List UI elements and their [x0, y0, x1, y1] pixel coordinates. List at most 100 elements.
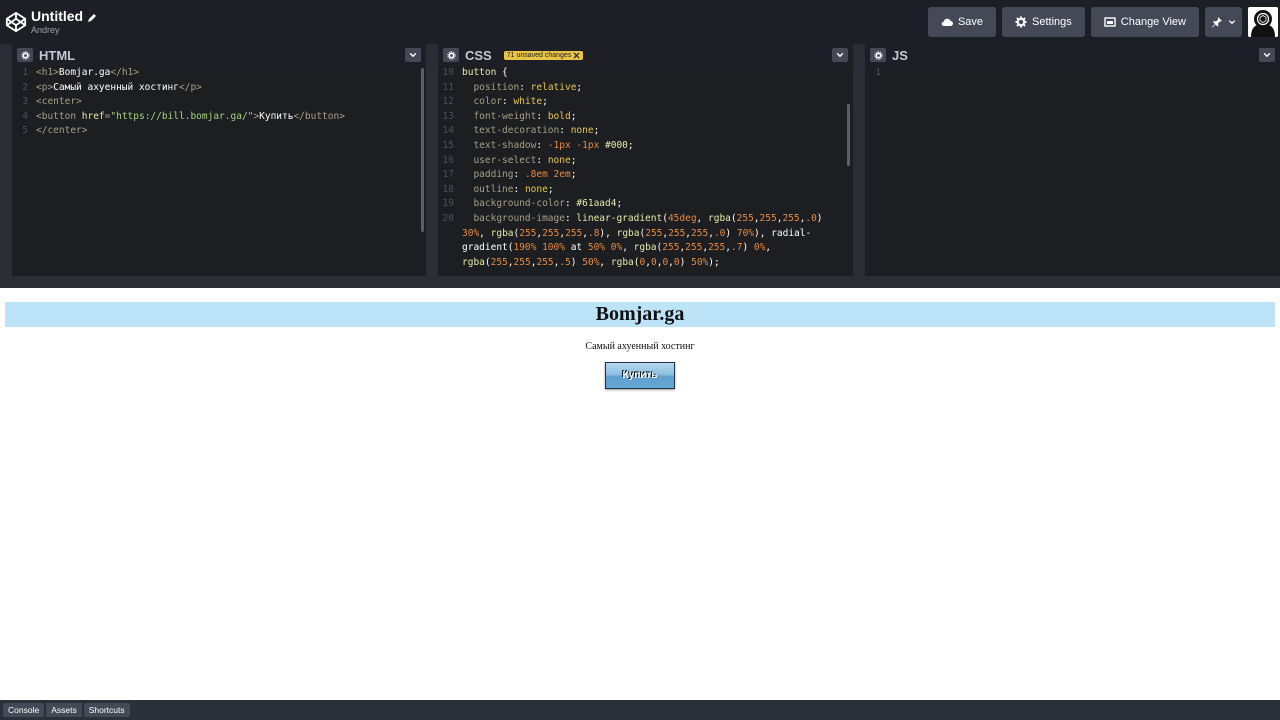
css-code-editor[interactable]: 10 button {11 position: relative; 12 color…: [438, 66, 853, 276]
code-line[interactable]: 4 <button href="https://bill.bomjar.ga/">…: [12, 110, 426, 125]
code-token: 255: [736, 212, 754, 224]
code-token: 255: [565, 227, 583, 239]
code-line[interactable]: 2 <p>Самый ахуенный хостинг</p>: [12, 81, 426, 96]
code-token: :: [536, 154, 548, 166]
preview-paragraph: Самый ахуенный хостинг: [585, 341, 695, 352]
code-token: ;: [570, 169, 577, 181]
code-token: 70%: [736, 227, 755, 239]
html-code-editor[interactable]: 1 <h1>Bomjar.ga</h1> 2 <p>Самый ахуенный хо…: [12, 66, 426, 276]
close-icon[interactable]: [573, 51, 580, 59]
pane-resize-handle[interactable]: [426, 44, 438, 276]
code-token: Самый ахуенный хостинг: [53, 81, 180, 93]
code-token: 255: [513, 256, 531, 268]
avatar[interactable]: [1248, 7, 1278, 37]
code-token: :: [564, 198, 577, 210]
settings-button[interactable]: Settings: [1002, 7, 1085, 37]
code-line[interactable]: 13 font-weight: bold;: [438, 110, 853, 125]
editor-resize-bar[interactable]: [0, 276, 1280, 288]
code-token: none: [547, 154, 571, 166]
code-text: <button href="https://bill.bomjar.ga/">К…: [36, 110, 345, 125]
html-pane: HTML 1 <h1>Bomjar.ga</h1> 2 <p>Самый ахуенн…: [12, 44, 426, 276]
line-number: 15: [442, 139, 454, 151]
code-line[interactable]: 14 text-decoration: none;: [438, 124, 853, 139]
code-line[interactable]: 19 background-color: #61aad4;: [438, 197, 853, 212]
code-token: text-decoration: [462, 125, 560, 137]
unsaved-changes-badge[interactable]: 71 unsaved changes: [503, 50, 584, 60]
author-name[interactable]: Andrey: [31, 26, 97, 35]
code-token: ;: [570, 154, 577, 166]
code-line[interactable]: 5 </center>: [12, 124, 426, 139]
line-number: 14: [442, 125, 454, 137]
window-icon: [1104, 17, 1116, 27]
codepen-logo-icon[interactable]: [5, 11, 27, 33]
code-line[interactable]: 20 background-image: linear-gradient(45d…: [438, 212, 853, 227]
code-line[interactable]: gradient(190% 100% at 50% 0%, rgba(255,2…: [438, 241, 853, 256]
save-button[interactable]: Save: [927, 7, 997, 37]
code-token: 50% 0%: [587, 242, 623, 254]
save-label: Save: [957, 16, 984, 28]
line-number: 18: [442, 183, 454, 195]
code-line[interactable]: 10 button {: [438, 66, 853, 81]
code-token: rgba: [490, 227, 514, 239]
code-token: .8: [587, 227, 600, 239]
assets-button[interactable]: Assets: [46, 703, 82, 717]
shortcuts-button[interactable]: Shortcuts: [83, 703, 130, 717]
chevron-down-icon: [1228, 20, 1236, 25]
html-scrollbar[interactable]: [421, 68, 424, 232]
code-token: -1px -1px: [547, 139, 606, 151]
line-number: 12: [442, 96, 454, 108]
code-token: at: [564, 242, 588, 254]
buy-button[interactable]: Купить: [605, 362, 675, 389]
change-view-button[interactable]: Change View: [1090, 7, 1199, 37]
pane-resize-handle[interactable]: [853, 44, 865, 276]
code-token: :: [513, 183, 525, 195]
code-token: </h1>: [110, 67, 139, 78]
code-token: bold: [547, 110, 571, 122]
css-settings-gear-icon[interactable]: [443, 48, 459, 62]
code-line[interactable]: 30%, rgba(255,255,255,.8), rgba(255,255,…: [438, 227, 853, 242]
css-collapse-chevron-icon[interactable]: [832, 48, 848, 62]
js-settings-gear-icon[interactable]: [870, 48, 886, 62]
code-line[interactable]: 16 user-select: none;: [438, 154, 853, 169]
line-number: [438, 241, 462, 256]
code-token: ): [570, 256, 583, 268]
code-text: button {: [462, 66, 508, 81]
code-text: gradient(190% 100% at 50% 0%, rgba(255,2…: [462, 241, 771, 256]
console-button[interactable]: Console: [3, 703, 45, 717]
css-scrollbar[interactable]: [847, 104, 850, 166]
code-line[interactable]: rgba(255,255,255,.5) 50%, rgba(0,0,0,0) …: [438, 256, 853, 271]
code-text: padding: .8em 2em;: [462, 168, 576, 183]
code-token: </button>: [293, 110, 345, 122]
code-line[interactable]: 1 <h1>Bomjar.ga</h1>: [12, 66, 426, 81]
pen-title[interactable]: Untitled: [31, 9, 83, 23]
code-line[interactable]: 1: [865, 66, 1280, 81]
pin-icon: [1212, 17, 1222, 28]
code-text: 30%, rgba(255,255,255,.8), rgba(255,255,…: [462, 227, 811, 242]
code-token: ;: [593, 125, 600, 137]
code-line[interactable]: 18 outline: none;: [438, 183, 853, 198]
html-settings-gear-icon[interactable]: [17, 48, 33, 62]
code-text: position: relative;: [462, 81, 582, 96]
code-line[interactable]: 12 color: white;: [438, 95, 853, 110]
html-collapse-chevron-icon[interactable]: [405, 48, 421, 62]
code-token: ;: [570, 110, 577, 122]
code-token: font-weight: [462, 110, 537, 122]
line-number: [438, 227, 462, 242]
code-line[interactable]: 17 padding: .8em 2em;: [438, 168, 853, 183]
code-token: 255: [782, 212, 800, 224]
code-line[interactable]: 3 <center>: [12, 95, 426, 110]
pencil-icon[interactable]: [87, 11, 97, 22]
code-token: rgba: [610, 256, 634, 268]
js-collapse-chevron-icon[interactable]: [1259, 48, 1275, 62]
code-line[interactable]: 11 position: relative;: [438, 81, 853, 96]
pin-menu-button[interactable]: [1205, 7, 1242, 37]
code-text: color: white;: [462, 95, 548, 110]
js-code-editor[interactable]: 1: [865, 66, 1280, 276]
code-token: 255: [708, 242, 726, 254]
code-token: ;: [542, 96, 548, 108]
code-token: rgba: [616, 227, 640, 239]
code-line[interactable]: 15 text-shadow: -1px -1px #000;: [438, 139, 853, 154]
code-token: #61aad4: [576, 198, 617, 210]
code-token: :: [536, 110, 548, 122]
code-text: <p>Самый ахуенный хостинг</p>: [36, 81, 202, 96]
